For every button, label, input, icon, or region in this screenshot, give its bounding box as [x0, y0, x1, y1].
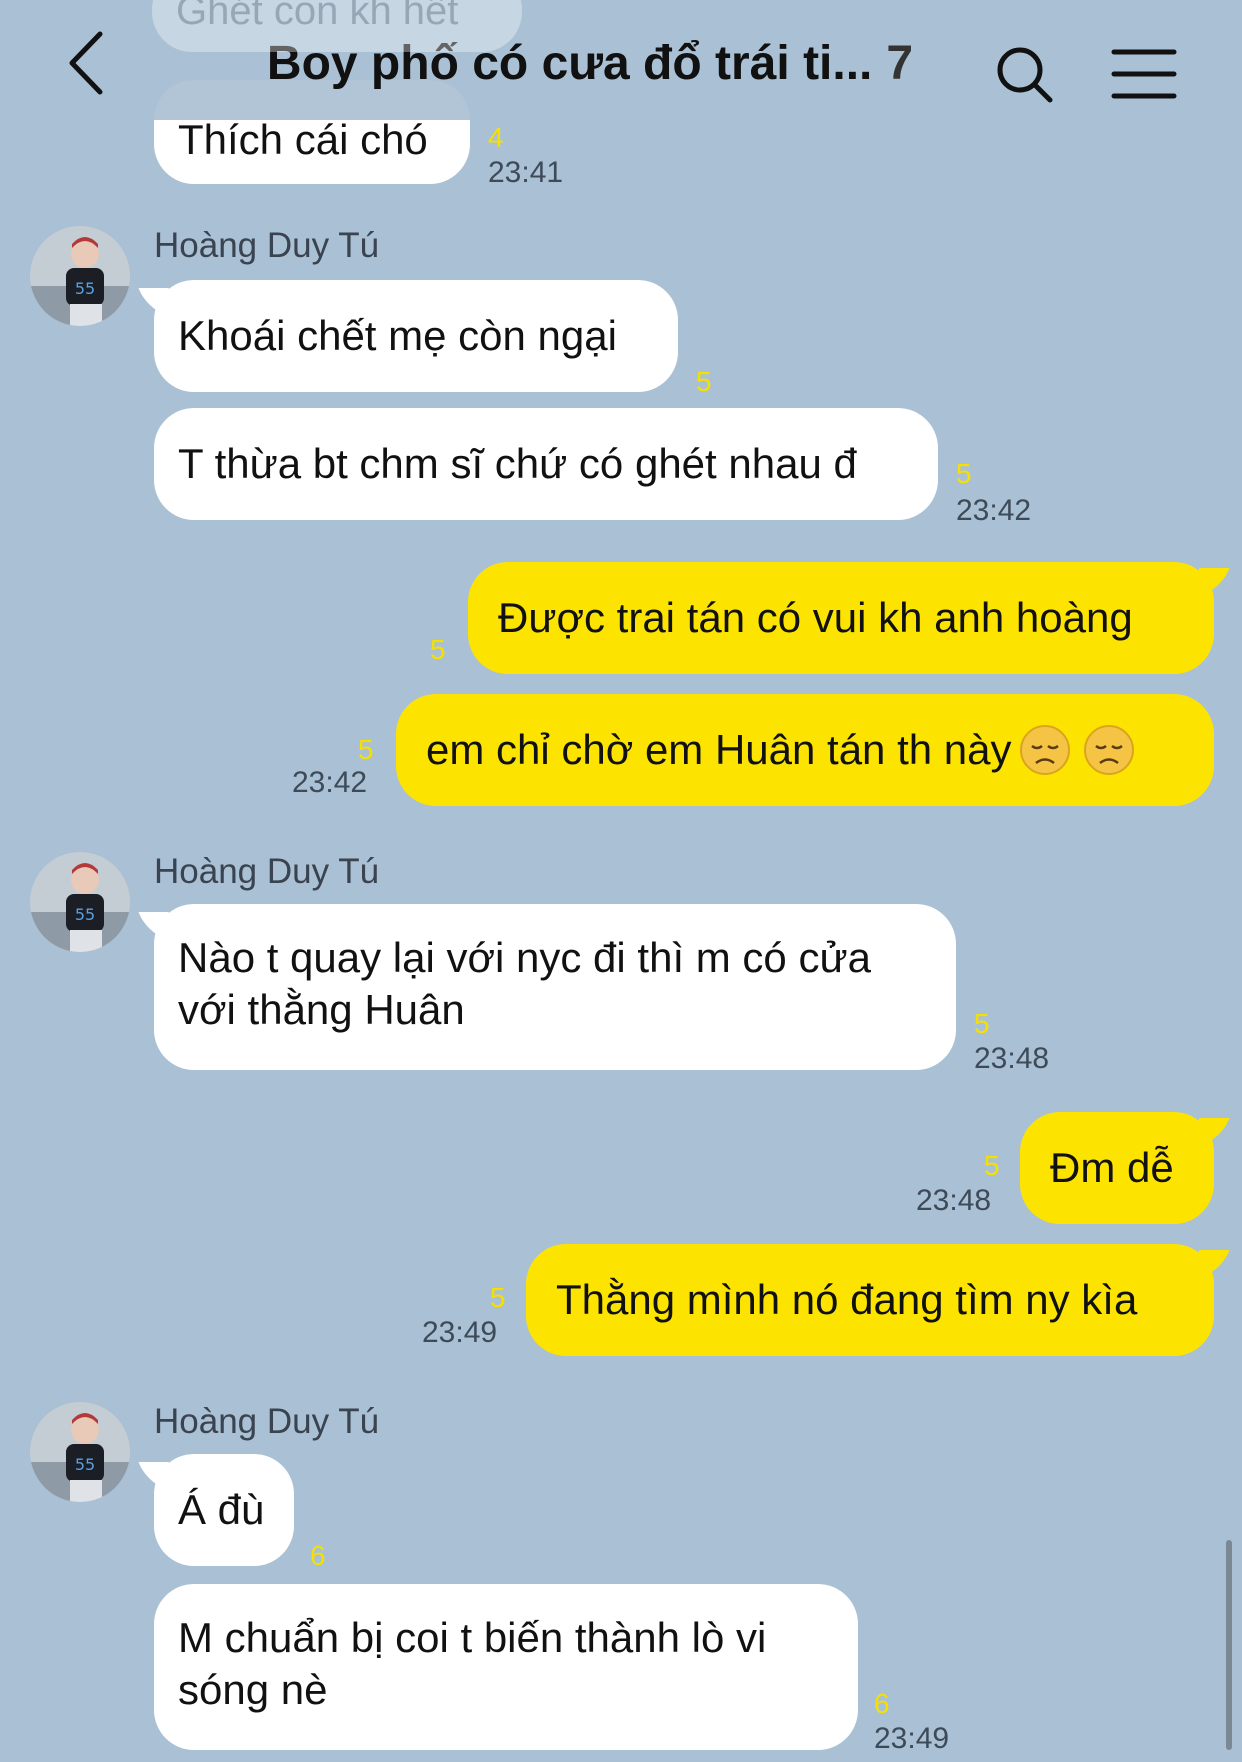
sad-face-emoji: [1083, 725, 1134, 775]
read-count: 4: [488, 122, 504, 153]
read-count: 5: [984, 1150, 1000, 1181]
member-count: 7: [886, 37, 914, 90]
sender-name: Hoàng Duy Tú: [154, 852, 380, 891]
message-time: 23:49: [874, 1722, 950, 1755]
sender-name: Hoàng Duy Tú: [154, 1402, 380, 1441]
avatar-image: 55: [30, 1402, 130, 1502]
message-bubble[interactable]: Á đù: [154, 1454, 294, 1566]
message-time: 23:42: [292, 766, 368, 799]
message-bubble[interactable]: M chuẩn bị coi t biến thành lò vi sóng n…: [154, 1584, 858, 1750]
message-text: T thừa bt chm sĩ chứ có ghét nhau đ: [178, 440, 857, 487]
message-text-line: với thằng Huân: [178, 986, 465, 1033]
read-count: 6: [310, 1540, 326, 1571]
message-text-line: sóng nè: [178, 1666, 328, 1713]
read-count: 5: [430, 634, 446, 665]
message-bubble[interactable]: Thằng mình nó đang tìm ny kìa: [526, 1244, 1214, 1356]
read-count: 5: [956, 458, 972, 489]
message-time: 23:49: [422, 1316, 498, 1349]
avatar-image: 55: [30, 226, 130, 326]
message-time: 23:48: [916, 1184, 992, 1217]
sad-face-emoji: [1019, 725, 1070, 775]
avatar[interactable]: 55: [30, 226, 130, 326]
message-bubble[interactable]: Nào t quay lại với nyc đi thì m có cửa v…: [154, 904, 956, 1070]
message-bubble[interactable]: Được trai tán có vui kh anh hoàng: [468, 562, 1214, 674]
message-text: em chỉ chờ em Huân tán th này: [426, 726, 1012, 773]
message-bubble[interactable]: em chỉ chờ em Huân tán th này: [396, 694, 1214, 806]
message-text: Á đù: [178, 1486, 265, 1533]
message-bubble[interactable]: Đm dễ: [1020, 1112, 1214, 1224]
sender-name: Hoàng Duy Tú: [154, 226, 380, 265]
message-text-line: Nào t quay lại với nyc đi thì m có cửa: [178, 934, 871, 981]
avatar-image: 55: [30, 852, 130, 952]
message-text: Khoái chết mẹ còn ngại: [178, 312, 617, 359]
message-bubble[interactable]: T thừa bt chm sĩ chứ có ghét nhau đ: [154, 408, 938, 520]
message-text: Thằng mình nó đang tìm ny kìa: [556, 1276, 1138, 1323]
search-icon[interactable]: [990, 40, 1060, 110]
svg-text:55: 55: [75, 905, 95, 924]
read-count: 6: [874, 1688, 890, 1719]
back-chevron-icon[interactable]: [60, 28, 120, 98]
faded-message: Ghét con kh hết: [152, 0, 522, 52]
read-count: 5: [490, 1282, 506, 1313]
svg-text:55: 55: [75, 1455, 95, 1474]
read-count: 5: [358, 734, 374, 765]
message-text: Đm dễ: [1050, 1144, 1174, 1191]
message-text: Được trai tán có vui kh anh hoàng: [498, 594, 1133, 641]
message-bubble[interactable]: Khoái chết mẹ còn ngại: [154, 280, 678, 392]
message-time: 23:42: [956, 494, 1032, 527]
read-count: 5: [696, 366, 712, 397]
read-count: 5: [974, 1008, 990, 1039]
menu-icon[interactable]: [1108, 44, 1178, 104]
svg-text:55: 55: [75, 279, 95, 298]
message-time: 23:48: [974, 1042, 1050, 1075]
message-text-line: M chuẩn bị coi t biến thành lò vi: [178, 1614, 767, 1661]
message-time: 23:41: [488, 156, 564, 189]
scrollbar[interactable]: [1226, 1540, 1232, 1750]
message-text: Thích cái chó: [178, 116, 428, 163]
avatar[interactable]: 55: [30, 1402, 130, 1502]
avatar[interactable]: 55: [30, 852, 130, 952]
